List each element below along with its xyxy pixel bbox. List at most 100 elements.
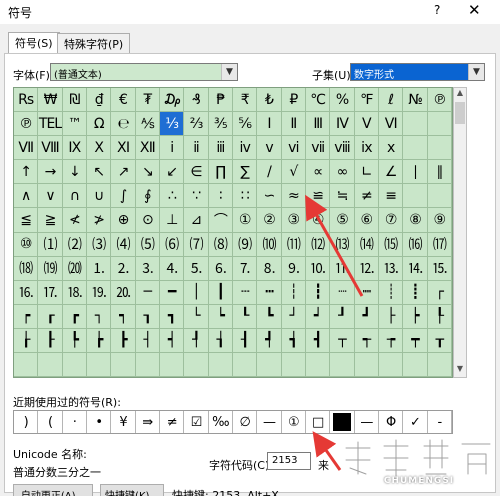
symbol-cell[interactable]: ₩ <box>38 88 63 113</box>
symbol-cell[interactable]: ┣ <box>111 328 136 353</box>
symbol-cell[interactable]: ∷ <box>233 184 258 209</box>
symbol-cell[interactable]: ∥ <box>427 160 452 185</box>
grid-scrollbar[interactable]: ▲ ▼ <box>453 87 467 378</box>
subset-combo[interactable]: 数字形式 ▼ <box>350 63 485 81</box>
symbol-cell[interactable]: Ⅳ <box>330 112 355 137</box>
symbol-cell[interactable]: Ⅸ <box>62 136 87 161</box>
symbol-cell[interactable]: % <box>330 88 355 113</box>
recent-symbol-cell[interactable]: ( <box>38 411 63 433</box>
symbol-cell[interactable]: ∈ <box>184 160 209 185</box>
symbol-cell[interactable]: ⑷ <box>111 232 136 257</box>
recent-symbol-cell[interactable]: ≠ <box>160 411 185 433</box>
symbol-cell[interactable]: ⅱ <box>184 136 209 161</box>
symbol-cell[interactable]: ⒁ <box>354 232 379 257</box>
symbol-cell[interactable]: ━ <box>160 280 185 305</box>
symbol-cell[interactable]: ⒆ <box>38 256 63 281</box>
symbol-cell[interactable]: ™ <box>62 112 87 137</box>
symbol-cell[interactable]: / <box>257 160 282 185</box>
symbol-cell[interactable]: ⅔ <box>184 112 209 137</box>
symbol-cell[interactable]: ∶ <box>208 184 233 209</box>
symbol-cell[interactable]: Ⅷ <box>38 136 63 161</box>
symbol-cell[interactable] <box>427 184 452 209</box>
symbol-cell[interactable]: ② <box>257 208 282 233</box>
symbol-cell[interactable]: ⊥ <box>160 208 185 233</box>
symbol-cell[interactable]: ⑻ <box>208 232 233 257</box>
symbol-cell[interactable]: ┗ <box>257 304 282 329</box>
symbol-cell[interactable] <box>403 352 428 377</box>
symbol-cell[interactable]: ┮ <box>379 328 404 353</box>
scroll-thumb[interactable] <box>455 102 465 124</box>
symbol-cell[interactable]: ₽ <box>281 88 306 113</box>
symbol-cell[interactable]: ≌ <box>306 184 331 209</box>
chevron-down-icon[interactable]: ▼ <box>468 64 484 80</box>
symbol-cell[interactable]: ₺ <box>257 88 282 113</box>
symbol-cell[interactable]: ⅰ <box>160 136 185 161</box>
symbol-cell[interactable]: ⒂ <box>379 232 404 257</box>
symbol-cell[interactable]: ≒ <box>330 184 355 209</box>
symbol-cell[interactable]: ↘ <box>135 160 160 185</box>
charcode-input[interactable]: 2153 <box>267 452 311 470</box>
symbol-cell[interactable]: ∽ <box>257 184 282 209</box>
symbol-cell[interactable]: ↙ <box>160 160 185 185</box>
close-button[interactable]: ✕ <box>468 1 481 19</box>
recent-symbol-cell[interactable]: • <box>87 411 112 433</box>
symbol-cell[interactable]: ├ <box>379 304 404 329</box>
symbol-cell[interactable]: ⊕ <box>111 208 136 233</box>
symbol-cell[interactable]: ⒒ <box>330 256 355 281</box>
symbol-cell[interactable] <box>354 352 379 377</box>
symbol-cell[interactable]: ┉ <box>354 280 379 305</box>
recent-symbol-cell[interactable]: ∅ <box>233 411 258 433</box>
symbol-cell[interactable]: ⒉ <box>111 256 136 281</box>
symbol-cell[interactable] <box>233 352 258 377</box>
symbol-cell[interactable]: ∑ <box>233 160 258 185</box>
symbol-cell[interactable]: ┪ <box>281 328 306 353</box>
symbol-cell[interactable] <box>306 352 331 377</box>
symbol-cell[interactable]: ≯ <box>87 208 112 233</box>
symbol-cell[interactable]: ⑤ <box>330 208 355 233</box>
symbol-cell[interactable]: ℗ <box>14 112 39 137</box>
symbol-cell[interactable] <box>160 352 185 377</box>
symbol-cell[interactable]: ┌ <box>427 280 452 305</box>
symbol-cell[interactable]: ┰ <box>427 328 452 353</box>
symbol-cell[interactable]: € <box>111 88 136 113</box>
recent-symbol-cell[interactable]: — <box>257 411 282 433</box>
symbol-cell[interactable]: ┙ <box>306 304 331 329</box>
symbol-cell[interactable]: ⒗ <box>14 280 39 305</box>
symbol-cell[interactable] <box>135 352 160 377</box>
symbol-cell[interactable] <box>403 136 428 161</box>
symbol-cell[interactable] <box>62 352 87 377</box>
symbol-cell[interactable]: ⊿ <box>184 208 209 233</box>
symbol-cell[interactable]: ┏ <box>62 304 87 329</box>
recent-symbol-cell[interactable]: - <box>428 411 452 433</box>
symbol-cell[interactable]: ┯ <box>403 328 428 353</box>
symbol-cell[interactable]: ∮ <box>135 184 160 209</box>
symbol-cell[interactable]: ⑼ <box>233 232 258 257</box>
help-button[interactable]: ? <box>434 3 440 17</box>
symbol-cell[interactable]: ┃ <box>208 280 233 305</box>
symbol-cell[interactable]: ⑽ <box>257 232 282 257</box>
symbol-cell[interactable]: ┢ <box>87 328 112 353</box>
symbol-cell[interactable]: ┎ <box>38 304 63 329</box>
symbol-cell[interactable]: √ <box>281 160 306 185</box>
symbol-cell[interactable]: ⒋ <box>160 256 185 281</box>
symbol-cell[interactable]: ∟ <box>354 160 379 185</box>
symbol-cell[interactable]: ⑹ <box>160 232 185 257</box>
symbol-cell[interactable]: ┒ <box>135 304 160 329</box>
symbol-cell[interactable]: ₰ <box>184 88 209 113</box>
symbol-cell[interactable]: TEL <box>38 112 63 137</box>
symbol-cell[interactable]: ┑ <box>111 304 136 329</box>
symbol-cell[interactable]: ∣ <box>403 160 428 185</box>
symbol-cell[interactable]: ┈ <box>330 280 355 305</box>
symbol-cell[interactable]: ⌒ <box>208 208 233 233</box>
recent-symbol-cell[interactable]: □ <box>306 411 331 433</box>
symbol-cell[interactable] <box>257 352 282 377</box>
symbol-cell[interactable]: ℮ <box>111 112 136 137</box>
recent-symbol-cell[interactable]: ‰ <box>209 411 233 433</box>
symbol-cell[interactable]: ⒚ <box>87 280 112 305</box>
symbol-cell[interactable]: ℉ <box>354 88 379 113</box>
symbol-cell[interactable]: ┘ <box>281 304 306 329</box>
symbol-cell[interactable]: ┛ <box>354 304 379 329</box>
symbol-cell[interactable]: ⒙ <box>62 280 87 305</box>
symbol-cell[interactable]: ┭ <box>354 328 379 353</box>
symbol-cell[interactable]: ⅵ <box>281 136 306 161</box>
